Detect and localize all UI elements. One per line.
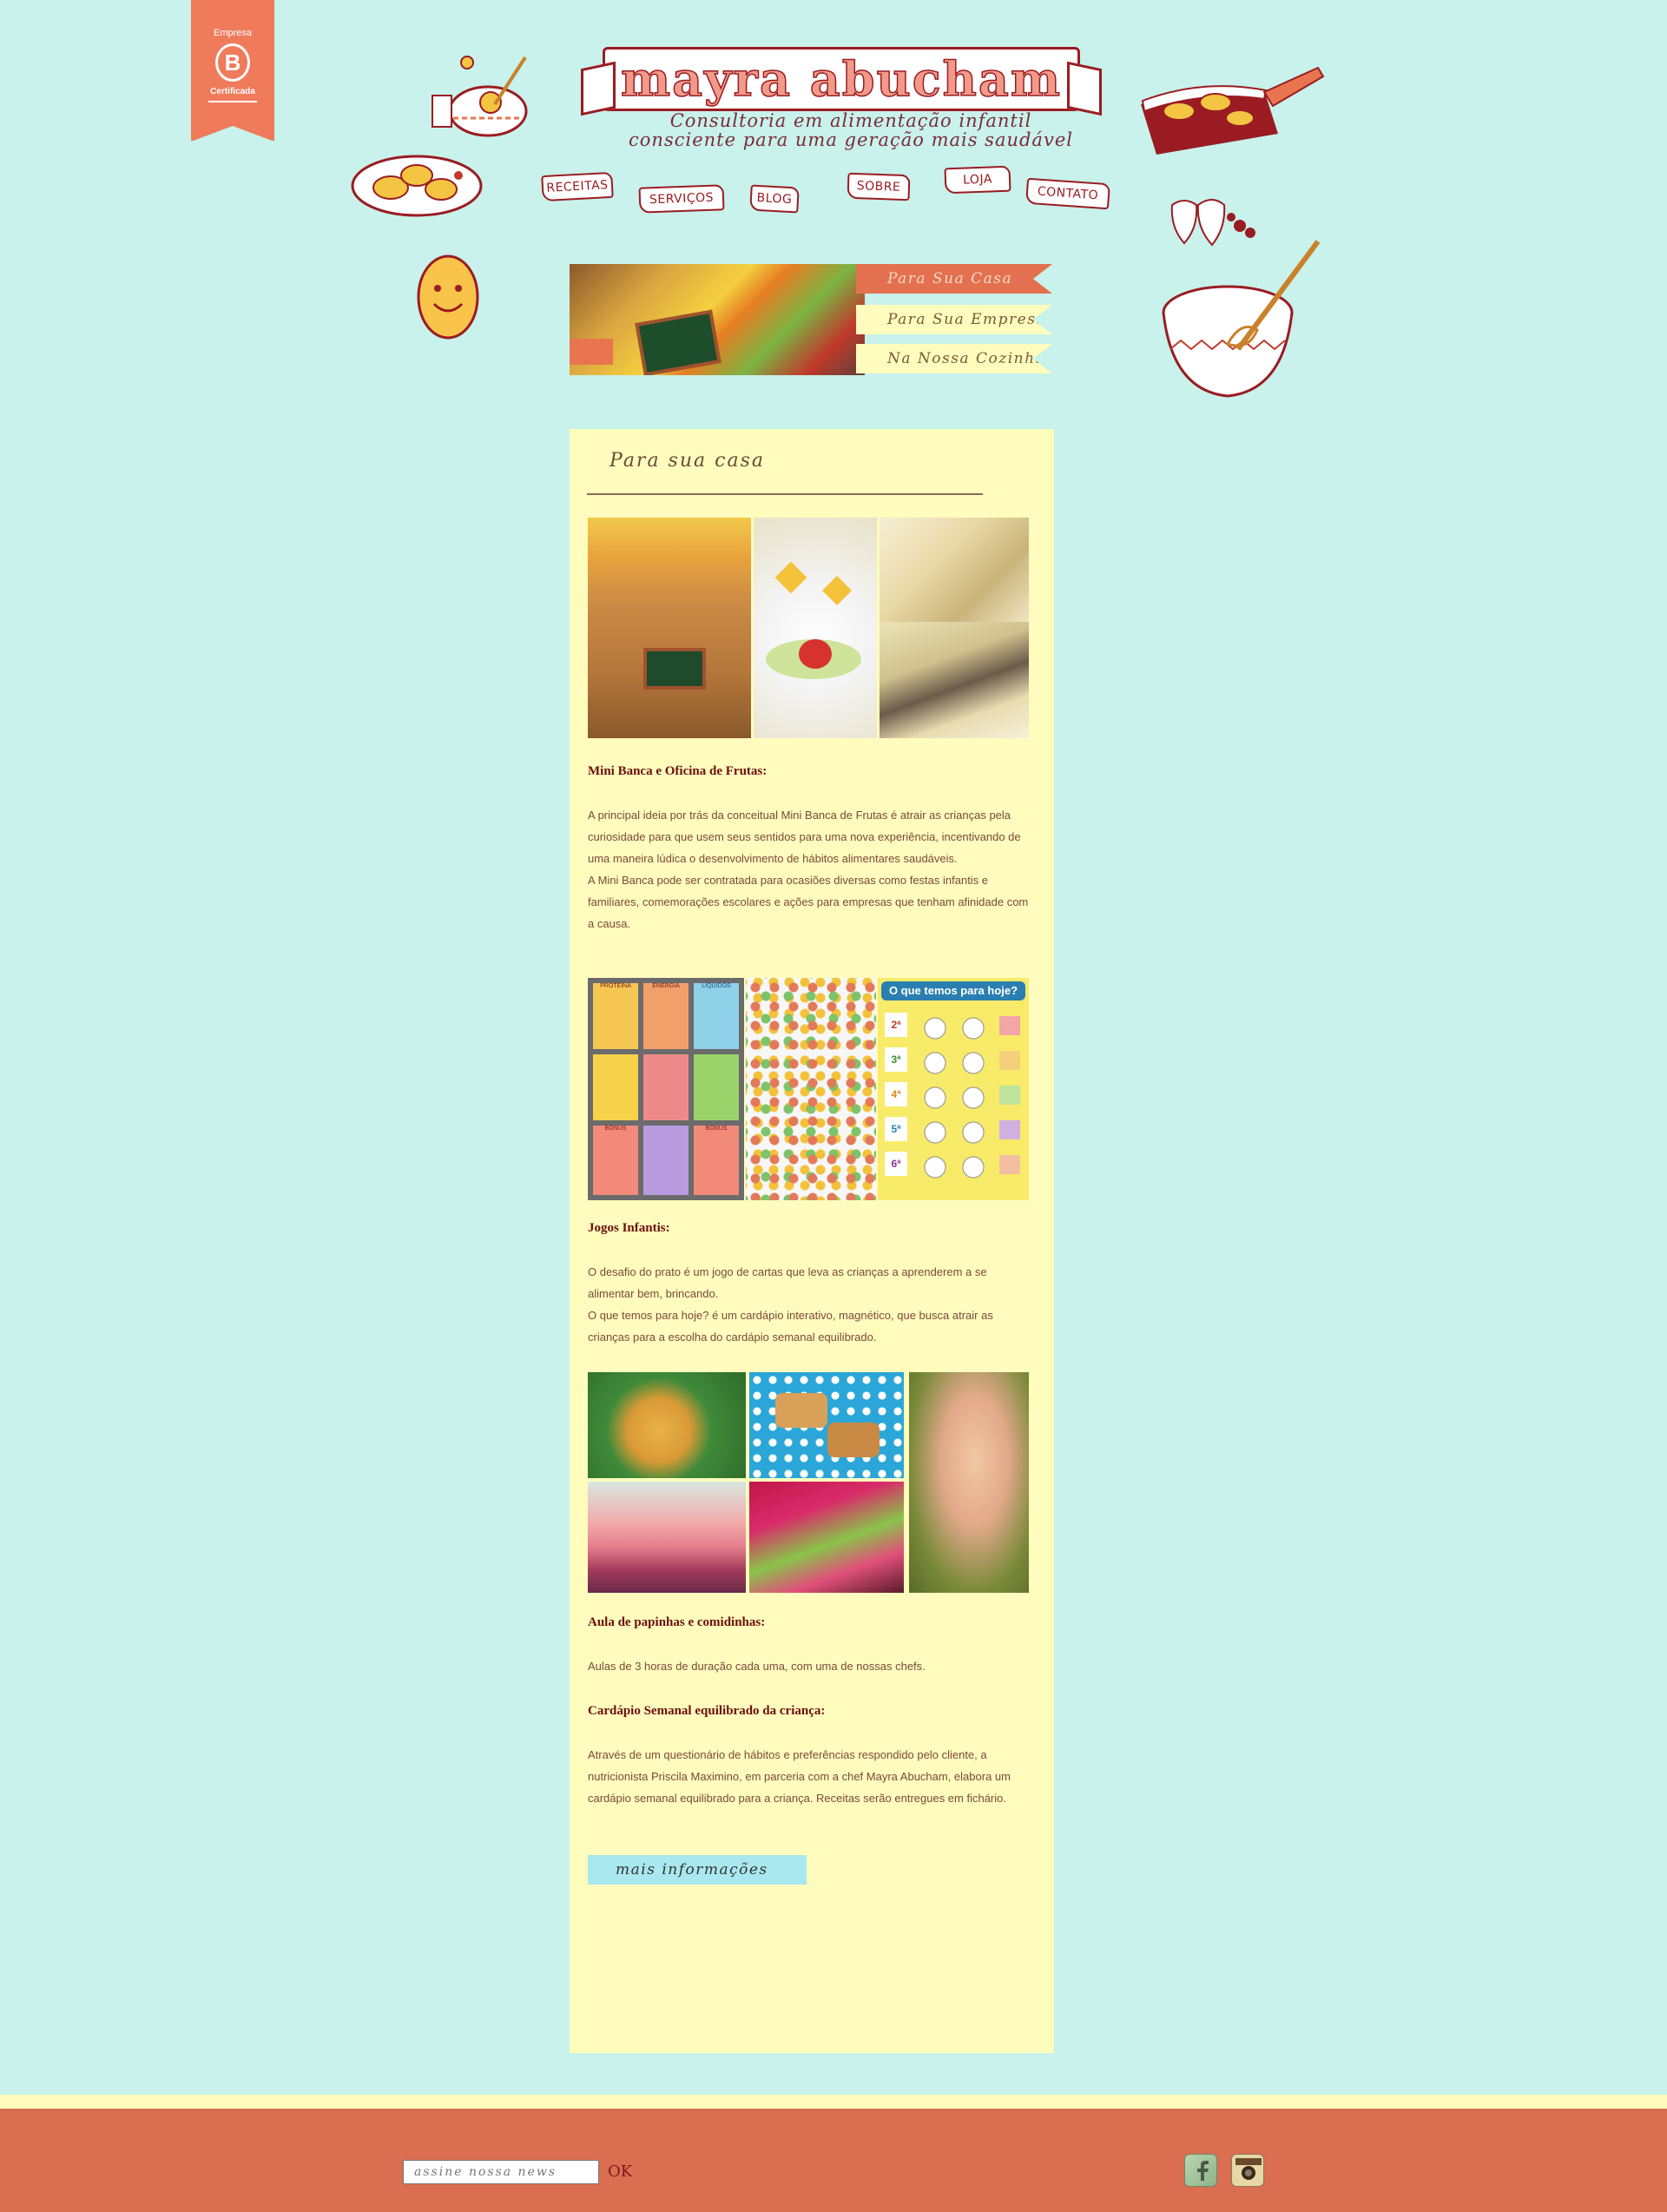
card: BONUS	[593, 1126, 638, 1195]
hero-fruit-stand-image	[570, 264, 865, 375]
block-text-aula-papinhas: Aulas de 3 horas de duração cada uma, co…	[588, 1655, 1031, 1677]
newsletter-input[interactable]	[403, 2160, 599, 2184]
tagline-line2: consciente para uma geração mais saudáve…	[629, 129, 1073, 150]
badge-divider	[208, 101, 257, 102]
paragraph: A Mini Banca pode ser contratada para oc…	[588, 874, 1029, 930]
photo-kids-workshop	[880, 622, 1029, 738]
title-divider	[587, 493, 983, 495]
hero-section: Para Sua Casa Para Sua Empresa Na Nossa …	[570, 264, 1052, 375]
block-heading-mini-banca: Mini Banca e Oficina de Frutas:	[588, 764, 768, 778]
photo-fruit-flowers	[754, 518, 877, 738]
menu-board-day: 4ª	[885, 1082, 907, 1106]
tagline-line1: Consultoria em alimentação infantil	[669, 110, 1032, 131]
menu-board-swatch	[999, 1086, 1020, 1105]
footer	[0, 2109, 1667, 2212]
menu-board-day: 5ª	[885, 1117, 907, 1141]
block-heading-cardapio-semanal: Cardápio Semanal equilibrado da criança:	[588, 1704, 826, 1718]
paragraph: O que temos para hoje? é um cardápio int…	[588, 1309, 993, 1344]
badge-line1: Empresa	[213, 28, 253, 38]
menu-board-plates	[916, 1011, 992, 1181]
nav-blog[interactable]: BLOG	[749, 184, 800, 214]
star-fruit	[822, 576, 852, 605]
photo-magnet-stickers	[746, 978, 876, 1200]
badge-line2: Certificada	[210, 87, 255, 96]
menu-board-day: 2ª	[885, 1013, 907, 1037]
hero-flag	[570, 339, 613, 365]
nav-loja[interactable]: LOJA	[944, 165, 1011, 195]
paragraph: A principal ideia por trás da conceitual…	[588, 809, 1021, 865]
b-corp-badge[interactable]: Empresa B Certificada	[191, 0, 274, 142]
hero-tab-para-sua-empresa[interactable]: Para Sua Empresa	[856, 305, 1052, 334]
menu-board-day: 3ª	[885, 1047, 907, 1072]
paragraph: O desafio do prato é um jogo de cartas q…	[588, 1265, 987, 1300]
photo-weekly-menu-board: O que temos para hoje? 2ª 3ª 4ª 5ª 6ª	[878, 978, 1029, 1200]
card	[593, 1054, 638, 1120]
photo-fruit-stand	[588, 518, 751, 738]
photo-strawberry-smoothies	[588, 1482, 746, 1593]
frying-pan-illustration	[1141, 66, 1325, 155]
card	[643, 1054, 689, 1120]
photo-challenge-cards: PROTEÍNA ENERGIA LÍQUIDOS BONUS BONUS	[588, 978, 744, 1200]
photo-smiley-food-plate	[588, 1372, 746, 1478]
card: PROTEÍNA	[593, 983, 638, 1049]
newsletter-ok-button[interactable]: OK	[608, 2162, 632, 2181]
egg-plate-illustration	[351, 155, 483, 217]
menu-board-swatch	[999, 1016, 1020, 1035]
mixing-bowl-top-illustration	[432, 56, 528, 137]
hero-tab-para-sua-casa[interactable]: Para Sua Casa	[856, 264, 1052, 294]
star-fruit	[774, 561, 807, 594]
block-text-cardapio-semanal: Através de um questionário de hábitos e …	[588, 1744, 1031, 1809]
block-heading-jogos-infantis: Jogos Infantis:	[588, 1221, 670, 1235]
footer-stripe	[0, 2095, 1667, 2109]
instagram-icon[interactable]	[1231, 2154, 1264, 2187]
nav-servicos[interactable]: SERVIÇOS	[638, 184, 725, 214]
nav-contato[interactable]: CONTATO	[1025, 177, 1110, 210]
facebook-icon[interactable]	[1184, 2154, 1217, 2187]
photo-granola-bars	[749, 1372, 904, 1478]
menu-board-swatch	[999, 1120, 1020, 1139]
nav-sobre[interactable]: SOBRE	[847, 172, 911, 201]
photo-smiling-baby	[909, 1372, 1029, 1593]
hero-tab-na-nossa-cozinha[interactable]: Na Nossa Cozinha	[856, 344, 1052, 373]
smiling-potato-illustration	[417, 254, 479, 340]
site-logo-title: mayra abucham	[620, 50, 1063, 108]
strawberry	[799, 639, 832, 669]
card	[694, 1054, 739, 1120]
block-text-mini-banca: A principal ideia por trás da conceitual…	[588, 804, 1031, 934]
hero-chalkboard	[635, 309, 721, 375]
granola-bar	[827, 1423, 880, 1457]
site-tagline: Consultoria em alimentação infantil cons…	[625, 111, 1077, 149]
card	[643, 1126, 689, 1195]
menu-board-title: O que temos para hoje?	[881, 981, 1025, 1000]
photo-beet-wraps	[749, 1482, 904, 1593]
menu-board-day: 6ª	[885, 1152, 907, 1176]
logo-banner[interactable]: mayra abucham	[603, 47, 1080, 111]
photo-kids-hands	[880, 518, 1029, 622]
block-text-jogos-infantis: O desafio do prato é um jogo de cartas q…	[588, 1261, 1031, 1348]
card: BONUS	[694, 1126, 739, 1195]
more-info-button[interactable]: mais informações	[588, 1855, 807, 1885]
page-title: Para sua casa	[609, 450, 765, 472]
mixing-bowl-whisk-illustration	[1162, 240, 1321, 398]
card: LÍQUIDOS	[694, 983, 739, 1049]
menu-board-swatch	[999, 1155, 1020, 1174]
main-content-panel: Para sua casa Mini Banca e Oficina de Fr…	[570, 429, 1054, 2053]
paragraph: Através de um questionário de hábitos e …	[588, 1748, 1011, 1805]
b-corp-logo-icon: B	[215, 43, 250, 82]
paragraph: Aulas de 3 horas de duração cada uma, co…	[588, 1660, 926, 1673]
block-heading-aula-papinhas: Aula de papinhas e comidinhas:	[588, 1615, 766, 1629]
nav-receitas[interactable]: RECEITAS	[541, 171, 614, 202]
granola-bar	[775, 1393, 827, 1428]
stand-chalkboard	[643, 648, 706, 690]
menu-board-swatch	[999, 1051, 1020, 1070]
card: ENERGIA	[643, 983, 689, 1049]
